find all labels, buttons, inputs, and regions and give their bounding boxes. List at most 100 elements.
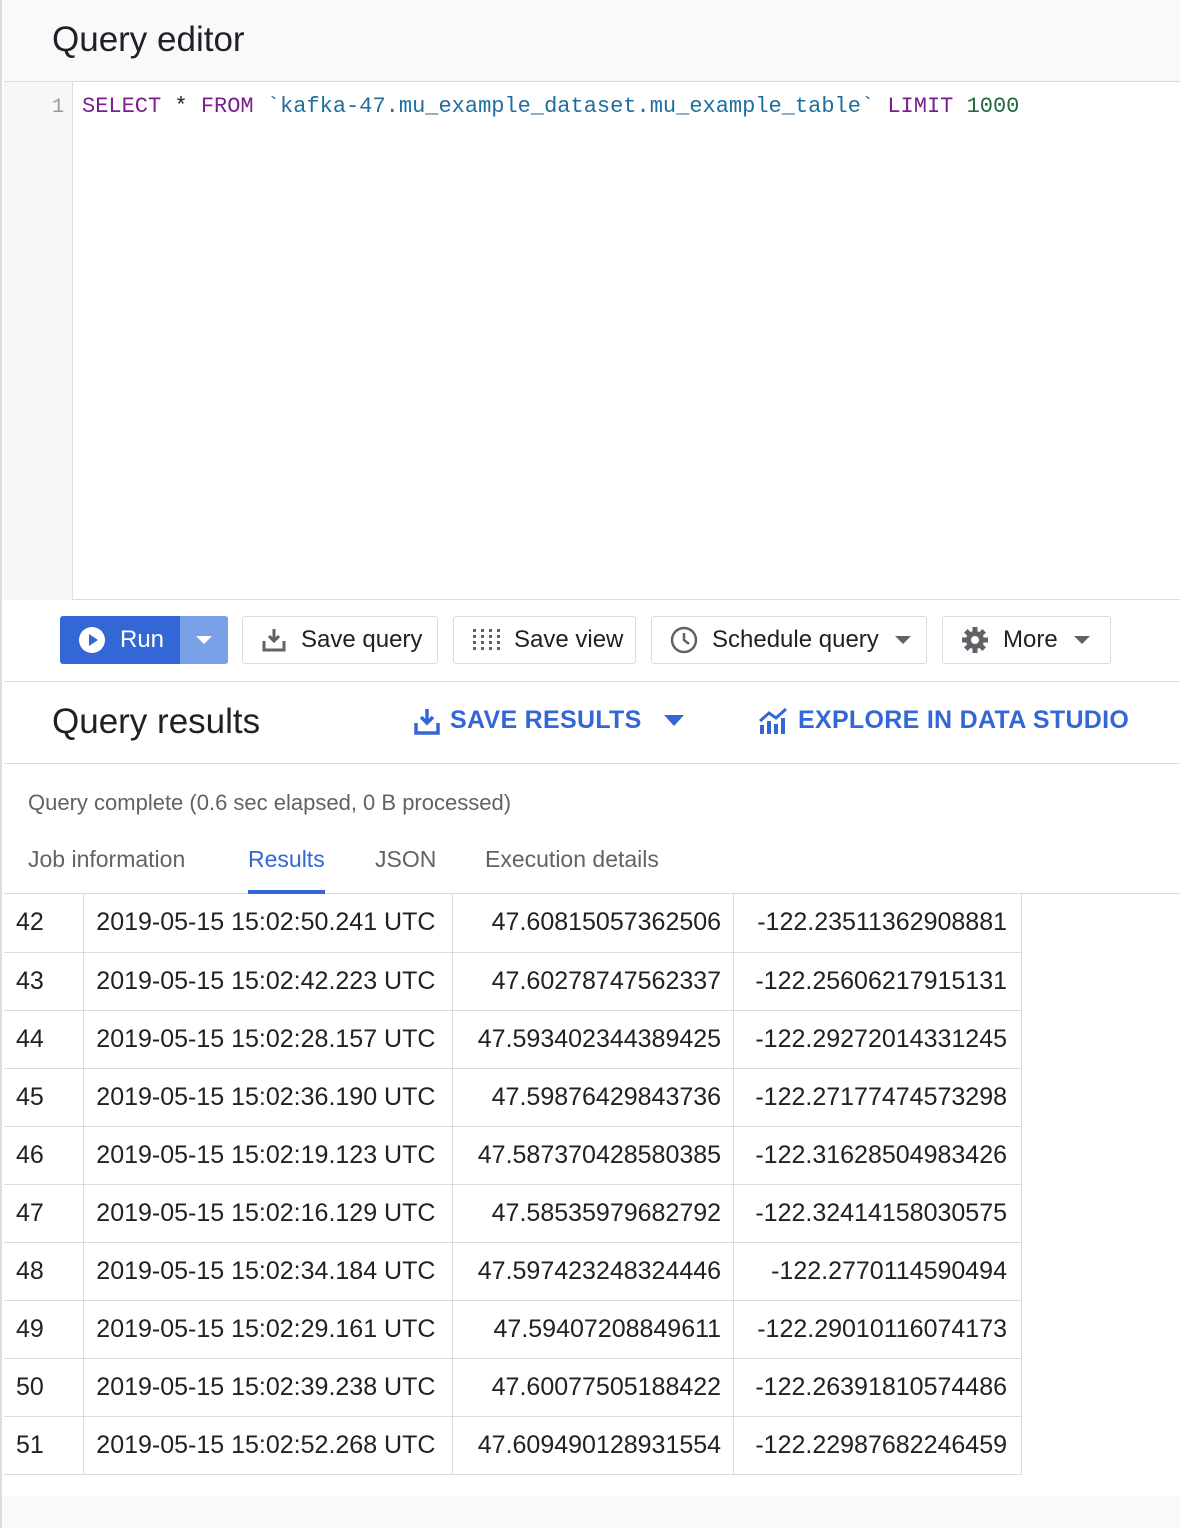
latitude-cell: 47.59407208849611	[452, 1300, 735, 1359]
latitude-cell: 47.609490128931554	[452, 1416, 735, 1475]
table-row: 51 2019-05-15 15:02:52.268 UTC 47.609490…	[4, 1416, 1022, 1475]
download-tray-icon	[261, 627, 287, 653]
chevron-down-icon	[663, 715, 684, 726]
table-row: 45 2019-05-15 15:02:36.190 UTC 47.598764…	[4, 1068, 1022, 1127]
row-number-cell: 48	[4, 1242, 85, 1301]
clock-icon	[670, 626, 698, 654]
latitude-cell: 47.597423248324446	[452, 1242, 735, 1301]
schedule-query-label: Schedule query	[712, 626, 879, 653]
row-number-cell: 50	[4, 1358, 85, 1417]
timestamp-cell: 2019-05-15 15:02:19.123 UTC	[83, 1126, 454, 1185]
sql-limit-value: 1000	[966, 94, 1020, 119]
gear-icon	[961, 626, 989, 654]
latitude-cell: 47.60077505188422	[452, 1358, 735, 1417]
results-tabs: Job information Results JSON Execution d…	[4, 832, 1180, 894]
table-row: 44 2019-05-15 15:02:28.157 UTC 47.593402…	[4, 1010, 1022, 1069]
latitude-cell: 47.60278747562337	[452, 952, 735, 1011]
run-label: Run	[120, 626, 165, 653]
tab-execution-details[interactable]: Execution details	[485, 846, 659, 894]
row-number-cell: 47	[4, 1184, 85, 1243]
table-row: 47 2019-05-15 15:02:16.129 UTC 47.585359…	[4, 1184, 1022, 1243]
save-results-button[interactable]: SAVE RESULTS	[414, 706, 684, 735]
longitude-cell: -122.31628504983426	[733, 1126, 1022, 1185]
longitude-cell: -122.22987682246459	[733, 1416, 1022, 1475]
save-view-label: Save view	[514, 626, 624, 653]
sql-keyword-limit: LIMIT	[887, 94, 954, 119]
code-line[interactable]: SELECT * FROM `kafka-47.mu_example_datas…	[82, 94, 1019, 119]
row-number-cell: 51	[4, 1416, 85, 1475]
longitude-cell: -122.23511362908881	[733, 894, 1022, 953]
tab-results[interactable]: Results	[248, 846, 325, 894]
results-header: Query results SAVE RESULTS EXPLORE IN DA…	[4, 682, 1180, 764]
schedule-query-button[interactable]: Schedule query	[651, 616, 927, 664]
chevron-down-icon	[894, 636, 911, 644]
code-editor[interactable]: 1 SELECT * FROM `kafka-47.mu_example_dat…	[4, 82, 1180, 600]
latitude-cell: 47.587370428580385	[452, 1126, 735, 1185]
table-row: 49 2019-05-15 15:02:29.161 UTC 47.594072…	[4, 1300, 1022, 1359]
editor-header: Query editor	[4, 0, 1180, 82]
longitude-cell: -122.27177474573298	[733, 1068, 1022, 1127]
dotted-grid-icon	[472, 628, 500, 652]
longitude-cell: -122.25606217915131	[733, 952, 1022, 1011]
row-number-cell: 49	[4, 1300, 85, 1359]
save-query-label: Save query	[301, 626, 423, 653]
save-view-button[interactable]: Save view	[453, 616, 636, 664]
latitude-cell: 47.59876429843736	[452, 1068, 735, 1127]
sql-keyword-select: SELECT	[82, 94, 162, 119]
table-row: 46 2019-05-15 15:02:19.123 UTC 47.587370…	[4, 1126, 1022, 1185]
tab-job-information[interactable]: Job information	[28, 846, 185, 894]
timestamp-cell: 2019-05-15 15:02:16.129 UTC	[83, 1184, 454, 1243]
longitude-cell: -122.29272014331245	[733, 1010, 1022, 1069]
line-number: 1	[51, 96, 64, 119]
play-circle-icon	[78, 626, 106, 654]
app-frame: Query editor 1 SELECT * FROM `kafka-47.m…	[0, 0, 1180, 1528]
row-number-cell: 44	[4, 1010, 85, 1069]
timestamp-cell: 2019-05-15 15:02:39.238 UTC	[83, 1358, 454, 1417]
timestamp-cell: 2019-05-15 15:02:29.161 UTC	[83, 1300, 454, 1359]
run-button[interactable]: Run	[60, 616, 180, 664]
row-number-cell: 43	[4, 952, 85, 1011]
line-gutter: 1	[4, 82, 73, 600]
results-table: 42 2019-05-15 15:02:50.241 UTC 47.608150…	[4, 894, 1022, 1475]
download-icon	[414, 707, 440, 735]
table-row: 50 2019-05-15 15:02:39.238 UTC 47.600775…	[4, 1358, 1022, 1417]
query-status: Query complete (0.6 sec elapsed, 0 B pro…	[28, 790, 512, 815]
table-row: 48 2019-05-15 15:02:34.184 UTC 47.597423…	[4, 1242, 1022, 1301]
timestamp-cell: 2019-05-15 15:02:52.268 UTC	[83, 1416, 454, 1475]
longitude-cell: -122.2770114590494	[733, 1242, 1022, 1301]
latitude-cell: 47.58535979682792	[452, 1184, 735, 1243]
save-results-label: SAVE RESULTS	[450, 706, 642, 734]
editor-toolbar: Run Save query Save view Schedule query …	[4, 600, 1180, 682]
table-row: 42 2019-05-15 15:02:50.241 UTC 47.608150…	[4, 894, 1022, 953]
more-label: More	[1003, 626, 1058, 653]
more-button[interactable]: More	[942, 616, 1111, 664]
sql-keyword-from: FROM	[200, 94, 254, 119]
row-number-cell: 42	[4, 894, 85, 953]
chevron-down-icon	[196, 636, 212, 644]
latitude-cell: 47.60815057362506	[452, 894, 735, 953]
explore-data-studio-button[interactable]: EXPLORE IN DATA STUDIO	[758, 706, 1129, 735]
timestamp-cell: 2019-05-15 15:02:36.190 UTC	[83, 1068, 454, 1127]
chart-icon	[758, 707, 788, 735]
timestamp-cell: 2019-05-15 15:02:34.184 UTC	[83, 1242, 454, 1301]
latitude-cell: 47.593402344389425	[452, 1010, 735, 1069]
run-options-dropdown[interactable]	[180, 616, 228, 664]
tab-json[interactable]: JSON	[375, 846, 436, 894]
longitude-cell: -122.32414158030575	[733, 1184, 1022, 1243]
explore-label: EXPLORE IN DATA STUDIO	[798, 706, 1130, 734]
save-query-button[interactable]: Save query	[242, 616, 438, 664]
timestamp-cell: 2019-05-15 15:02:50.241 UTC	[83, 894, 454, 953]
longitude-cell: -122.26391810574486	[733, 1358, 1022, 1417]
editor-title: Query editor	[52, 20, 245, 59]
longitude-cell: -122.29010116074173	[733, 1300, 1022, 1359]
run-button-group: Run	[60, 616, 228, 664]
results-footer-area	[4, 1496, 1180, 1528]
timestamp-cell: 2019-05-15 15:02:42.223 UTC	[83, 952, 454, 1011]
sql-star: *	[174, 94, 188, 119]
results-title: Query results	[52, 702, 261, 741]
table-row: 43 2019-05-15 15:02:42.223 UTC 47.602787…	[4, 952, 1022, 1011]
row-number-cell: 45	[4, 1068, 85, 1127]
sql-table-name: `kafka-47.mu_example_dataset.mu_example_…	[266, 94, 875, 119]
chevron-down-icon	[1073, 636, 1090, 644]
row-number-cell: 46	[4, 1126, 85, 1185]
